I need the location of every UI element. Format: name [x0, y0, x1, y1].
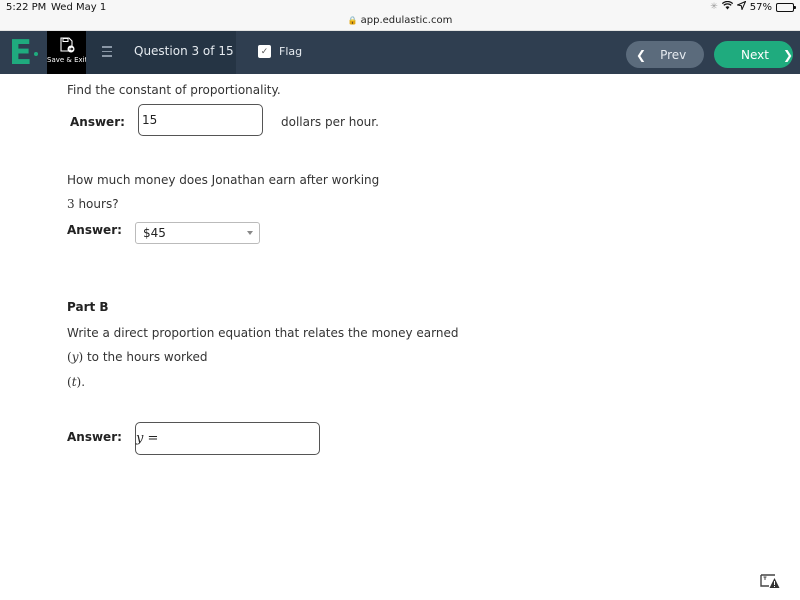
- logo-letter: E: [8, 32, 32, 73]
- constant-answer-input[interactable]: 15: [138, 104, 263, 136]
- location-icon: [735, 0, 747, 13]
- status-bar: 5:22 PM Wed May 1 🔒 app.edulastic.com ✳ 5…: [0, 0, 800, 31]
- flag-label: Flag: [279, 45, 303, 58]
- answer-label-1: Answer:: [70, 115, 125, 129]
- chevron-right-icon: ❯: [782, 47, 794, 62]
- question-2-text-rest: hours?: [74, 197, 119, 211]
- equation-answer-input[interactable]: y =: [135, 422, 320, 455]
- equation-prefix: y =: [136, 431, 159, 446]
- answer-label-3: Answer:: [67, 430, 122, 444]
- flag-toggle[interactable]: ✓ Flag: [258, 45, 302, 58]
- part-b-title: Part B: [67, 300, 109, 314]
- question-counter[interactable]: Question 3 of 15: [134, 44, 234, 58]
- flag-checkbox[interactable]: ✓: [258, 45, 271, 58]
- report-issue-icon[interactable]: [760, 573, 780, 589]
- earnings-selected-value: $45: [143, 226, 166, 240]
- prev-label: Prev: [660, 47, 687, 62]
- app-header: E Save & Exit Question 3 of 15 ✓ Flag ❮ …: [0, 31, 800, 74]
- part-b-text-rest: to the hours worked: [83, 350, 208, 364]
- next-label: Next: [741, 47, 769, 62]
- math-var-t: (t).: [67, 375, 86, 389]
- answer-label-2: Answer:: [67, 223, 122, 237]
- part-b-text: Write a direct proportion equation that …: [67, 326, 459, 340]
- chevron-down-icon: [247, 231, 253, 235]
- prev-button[interactable]: ❮ Prev: [626, 41, 704, 68]
- unit-text: dollars per hour.: [281, 115, 379, 129]
- question-2-text: How much money does Jonathan earn after …: [67, 173, 380, 187]
- url-text: app.edulastic.com: [360, 15, 453, 26]
- save-exit-button[interactable]: Save & Exit: [47, 31, 88, 74]
- save-exit-label: Save & Exit: [47, 56, 88, 64]
- loading-icon: ✳: [710, 2, 718, 12]
- earnings-dropdown[interactable]: $45: [135, 222, 260, 244]
- question-1-text: Find the constant of proportionality.: [67, 83, 281, 97]
- lock-icon: 🔒: [347, 16, 358, 25]
- part-b-text-line2: (y) to the hours worked: [67, 350, 208, 364]
- edulastic-logo: E: [0, 31, 47, 74]
- constant-answer-value: 15: [142, 113, 158, 127]
- question-navigator[interactable]: Question 3 of 15: [86, 31, 236, 74]
- part-b-text-line3: (t).: [67, 375, 85, 389]
- battery-icon: [776, 2, 796, 12]
- battery-percent: 57%: [749, 1, 772, 13]
- hamburger-menu-icon[interactable]: [102, 46, 112, 58]
- status-time: 5:22 PM: [6, 2, 47, 13]
- status-icons: ✳ 57%: [710, 0, 796, 13]
- address-bar[interactable]: 🔒 app.edulastic.com: [0, 15, 800, 26]
- question-2-text-line2: 3 hours?: [67, 197, 119, 211]
- math-var-y: (y): [67, 350, 84, 364]
- wifi-icon: [721, 0, 733, 13]
- chevron-left-icon: ❮: [636, 47, 647, 62]
- save-icon: [59, 37, 74, 53]
- question-content: Find the constant of proportionality. An…: [0, 74, 800, 600]
- logo-dot: [34, 51, 39, 56]
- next-button[interactable]: Next ❯: [714, 41, 793, 68]
- math-number: 3: [67, 197, 75, 211]
- status-date: Wed May 1: [51, 2, 107, 13]
